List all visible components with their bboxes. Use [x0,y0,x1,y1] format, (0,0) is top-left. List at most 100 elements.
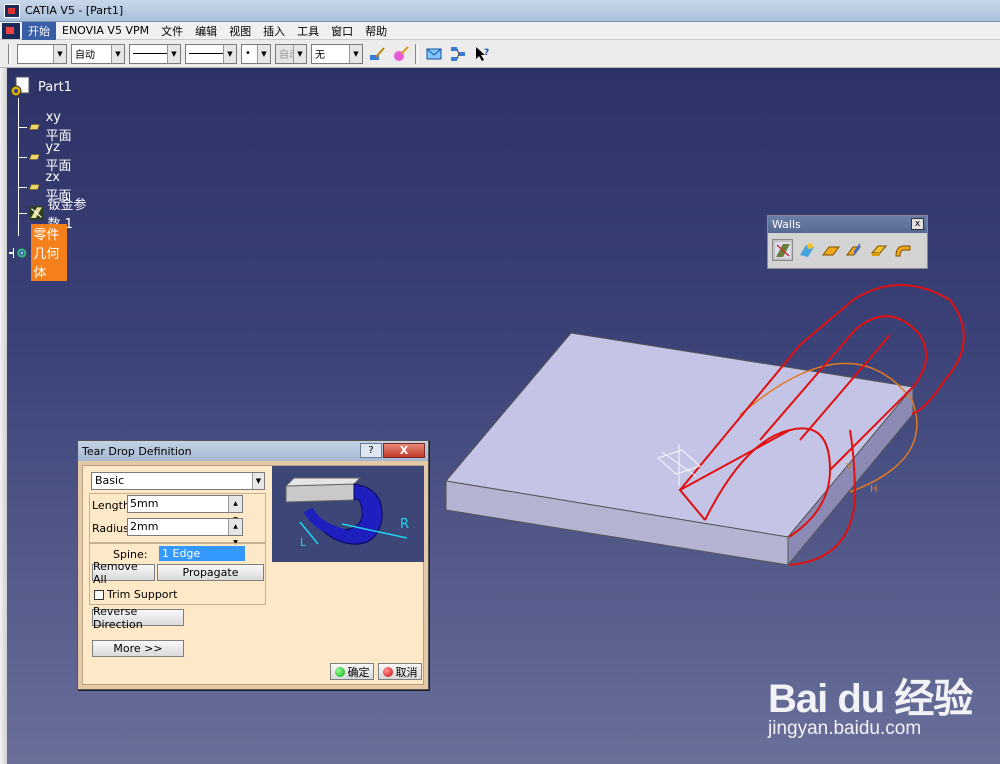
toolbar-grip[interactable] [415,43,418,64]
graph-icon[interactable] [448,44,468,64]
layer-disabled-combo: 自动 ▼ [275,43,307,64]
extrusion-icon[interactable] [868,239,889,261]
chevron-down-icon: ▼ [167,44,180,63]
tree-branch [18,156,27,158]
trim-support-checkbox[interactable] [94,590,104,600]
menu-edit[interactable]: 编辑 [189,22,223,40]
chevron-down-icon: ▼ [349,44,362,63]
plane-icon [28,124,40,130]
radius-input[interactable]: 2mm ▲ ▼ [127,518,243,546]
menu-start[interactable]: 开始 [22,21,56,40]
menu-bar: 开始 ENOVIA V5 VPM 文件 编辑 视图 插入 工具 窗口 帮助 [0,21,1000,40]
tree-branch [18,212,27,214]
spine-selection-field[interactable]: 1 Edge [159,546,245,561]
part-body-icon [16,247,27,258]
walls-toolbar-buttons [768,233,927,267]
tree-node-xy-plane[interactable]: xy 平面 [18,110,73,144]
mode-select[interactable]: Basic ▼ [91,472,265,490]
menu-insert[interactable]: 插入 [257,22,291,40]
catia-app-icon [4,3,20,18]
swept-wall-icon[interactable] [892,239,913,261]
pointer-help-icon[interactable]: ? [472,44,492,64]
transparency-combo-value: 自动 [75,50,95,61]
length-spinner[interactable]: ▲▼ [228,496,242,523]
layer-combo-value: 无 [315,50,325,61]
chevron-down-icon: ▼ [223,44,236,63]
preview-radius-label: R [400,517,409,532]
menu-enovia[interactable]: ENOVIA V5 VPM [56,23,155,38]
painter-icon[interactable] [391,44,411,64]
cancel-icon [382,666,393,677]
dialog-help-button[interactable]: ? [360,443,382,458]
thickness-combo[interactable]: ▼ [185,43,237,64]
chevron-down-icon: ▼ [252,473,264,489]
chevron-down-icon: ▼ [293,44,306,63]
tree-branch [18,126,27,128]
dialog-body: Basic ▼ Length: 5mm ▲▼ Radius: 2mm ▲▼ Sp… [82,465,424,685]
tree-branch [18,186,27,188]
menu-view[interactable]: 视图 [223,22,257,40]
remove-all-button[interactable]: Remove All [92,560,155,586]
tree-node-label: yz 平面 [45,140,72,174]
plane-icon [28,154,40,160]
tree-root-part1[interactable]: Part1 [10,76,72,98]
expand-plus-icon[interactable] [8,247,14,259]
ok-label: 确定 [347,665,370,679]
cancel-button[interactable]: 取消 [378,663,422,680]
cancel-label: 取消 [395,665,418,679]
mode-select-value: Basic [95,474,125,487]
recognize-icon[interactable] [796,239,817,261]
part-icon [10,76,30,97]
linetype-preview [133,53,171,54]
linetype-combo[interactable]: ▼ [129,43,181,64]
3d-viewport[interactable]: Y H [440,280,1000,580]
propagate-button[interactable]: Propagate [157,564,264,581]
menu-file[interactable]: 文件 [155,22,189,40]
transparency-combo[interactable]: 自动 ▼ [71,43,125,64]
properties-toolbar: ▼ 自动 ▼ ▼ ▼ • ▼ 自动 ▼ 无 ▼ ? [0,40,1000,68]
reverse-direction-button[interactable]: Reverse Direction [92,605,184,631]
viewer-left-border [0,68,7,764]
dialog-title: Tear Drop Definition [82,444,192,458]
more-button[interactable]: More >> [92,640,184,657]
tear-drop-preview-image: L R [272,466,424,562]
tree-node-part-body[interactable]: 零件几何体 [8,224,68,281]
plane-icon [28,184,40,190]
thickness-preview [189,53,227,54]
menu-window[interactable]: 窗口 [325,22,359,40]
point-combo-value: • [245,48,251,59]
wall-icon[interactable] [820,239,841,261]
sheet-metal-params-icon[interactable] [772,239,793,261]
spine-direction-label: Y [845,462,853,473]
walls-toolbar[interactable]: Walls x [767,215,928,269]
envelope-icon[interactable] [424,44,444,64]
menu-help[interactable]: 帮助 [359,22,393,40]
layer-combo[interactable]: 无 ▼ [311,43,363,64]
radius-spinner[interactable]: ▲ ▼ [228,519,242,546]
chevron-down-icon: ▼ [111,44,124,63]
wall-on-edge-icon[interactable] [844,239,865,261]
walls-close-button[interactable]: x [911,218,924,230]
menu-tools[interactable]: 工具 [291,22,325,40]
document-icon[interactable] [2,22,20,39]
tree-node-label-selected: 零件几何体 [31,224,68,281]
trim-support-label: Trim Support [107,588,178,601]
radius-value: 2mm [130,520,159,533]
walls-toolbar-titlebar[interactable]: Walls x [768,216,927,233]
ok-button[interactable]: 确定 [330,663,374,680]
ok-icon [334,666,345,677]
tree-node-yz-plane[interactable]: yz 平面 [18,140,73,174]
watermark-logo: Bai du 经验 [768,677,973,721]
paint-brush-icon[interactable] [367,44,387,64]
tear-drop-dialog[interactable]: Tear Drop Definition ? X Basic ▼ Length:… [77,440,429,690]
color-combo[interactable]: ▼ [17,43,67,64]
svg-text:?: ? [484,48,489,58]
toolbar-grip[interactable] [8,43,11,64]
dialog-titlebar[interactable]: Tear Drop Definition ? X [78,441,428,461]
sheetmetal-params-icon [29,206,43,220]
watermark-url: jingyan.baidu.com [768,718,922,739]
point-combo[interactable]: • ▼ [241,43,271,64]
dialog-close-button[interactable]: X [383,443,425,458]
preview-length-label: L [300,536,307,549]
length-input[interactable]: 5mm ▲▼ [127,495,243,523]
